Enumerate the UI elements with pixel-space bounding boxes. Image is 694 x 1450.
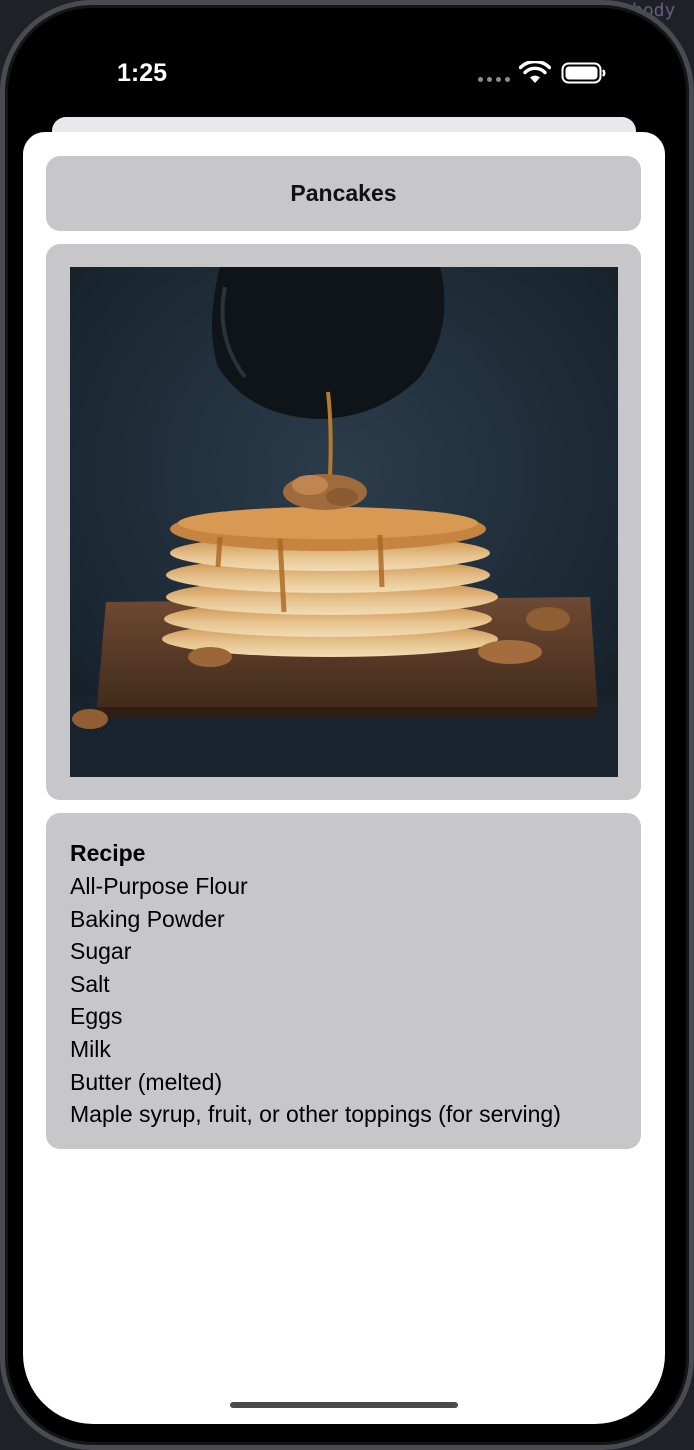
ingredient-item: Salt xyxy=(70,970,110,997)
detail-sheet[interactable]: Pancakes Recipe All-Purpose Flour Baking… xyxy=(23,132,665,1424)
ingredient-item: Milk xyxy=(70,1035,111,1062)
wifi-icon xyxy=(519,61,551,83)
pancake-image-icon xyxy=(70,267,618,777)
ingredient-item: Baking Powder xyxy=(70,905,225,932)
recipe-heading: Recipe xyxy=(70,840,146,866)
ingredient-item: Maple syrup, fruit, or other toppings (f… xyxy=(70,1101,561,1128)
status-bar: 1:25 xyxy=(5,45,689,105)
home-indicator[interactable] xyxy=(230,1402,458,1408)
battery-icon xyxy=(561,62,606,84)
status-time: 1:25 xyxy=(117,59,168,87)
device-frame: 1:25 Pancakes Recipe All-Purpose Flour B… xyxy=(0,0,694,1450)
cellular-icon xyxy=(478,77,514,83)
ingredient-item: Butter (melted) xyxy=(70,1068,223,1095)
recipe-card: Recipe All-Purpose Flour Baking Powder S… xyxy=(46,813,641,1149)
pancake-stack-photo xyxy=(70,267,618,777)
image-card xyxy=(46,244,641,800)
ingredient-item: All-Purpose Flour xyxy=(70,873,248,899)
recipe-title: Pancakes xyxy=(290,180,397,206)
title-card: Pancakes xyxy=(46,156,641,231)
ingredient-item: Sugar xyxy=(70,938,132,965)
ingredient-item: Eggs xyxy=(70,1003,123,1030)
